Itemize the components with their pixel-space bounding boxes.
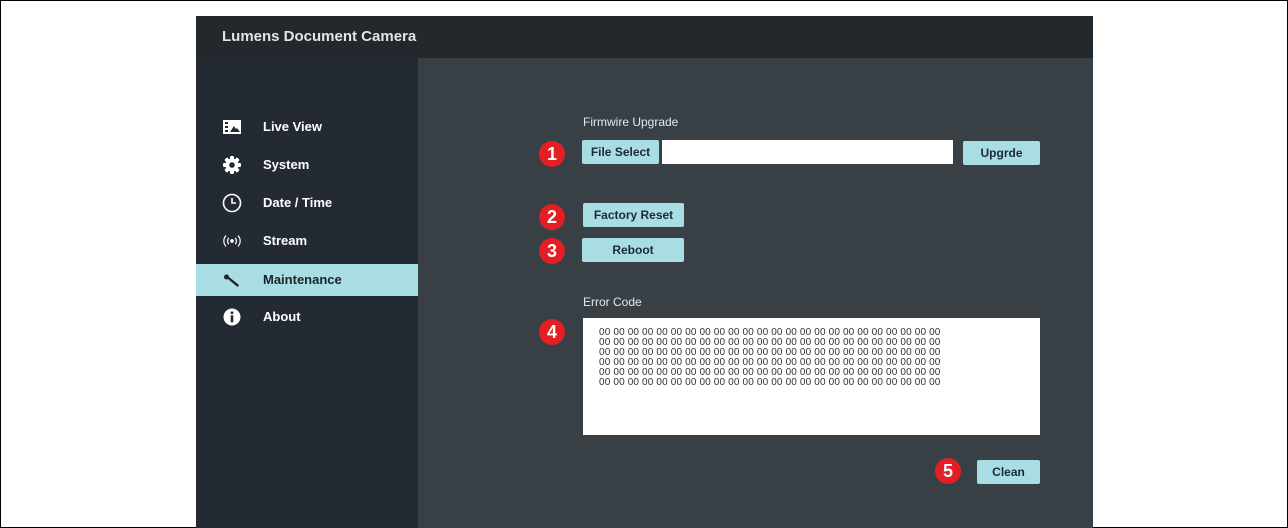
- file-select-button[interactable]: File Select: [582, 140, 659, 164]
- sidebar: Live View System Date / Time Stream Main…: [196, 58, 418, 528]
- sidebar-item-label: System: [263, 157, 310, 172]
- app-window: Lumens Document Camera Live View System …: [196, 16, 1093, 528]
- firmware-upgrade-label: Firmwire Upgrade: [583, 115, 679, 129]
- callout-marker-1: 1: [539, 141, 565, 167]
- callout-marker-5: 5: [935, 458, 961, 484]
- sidebar-item-stream[interactable]: Stream: [196, 225, 418, 257]
- gear-icon: [222, 155, 242, 175]
- wrench-icon: [222, 270, 242, 290]
- info-icon: [222, 307, 242, 327]
- broadcast-icon: [222, 231, 242, 251]
- sidebar-item-label: About: [263, 309, 301, 324]
- sidebar-item-label: Stream: [263, 233, 308, 248]
- title-bar: Lumens Document Camera: [196, 16, 1093, 58]
- file-path-field[interactable]: [662, 140, 953, 164]
- sidebar-item-date-time[interactable]: Date / Time: [196, 187, 418, 219]
- image-icon: [222, 117, 242, 137]
- sidebar-item-about[interactable]: About: [196, 301, 418, 333]
- error-code-label: Error Code: [583, 295, 642, 309]
- sidebar-item-maintenance[interactable]: Maintenance: [196, 264, 418, 296]
- sidebar-item-label: Maintenance: [263, 272, 342, 287]
- app-title: Lumens Document Camera: [222, 28, 417, 45]
- callout-marker-2: 2: [539, 204, 565, 230]
- callout-marker-3: 3: [539, 238, 565, 264]
- sidebar-item-label: Live View: [263, 119, 323, 134]
- clean-button[interactable]: Clean: [977, 460, 1040, 484]
- factory-reset-button[interactable]: Factory Reset: [583, 203, 684, 227]
- clock-icon: [222, 193, 242, 213]
- sidebar-item-label: Date / Time: [263, 195, 333, 210]
- reboot-button[interactable]: Reboot: [582, 238, 684, 262]
- callout-marker-4: 4: [539, 319, 565, 345]
- sidebar-item-live-view[interactable]: Live View: [196, 111, 418, 143]
- sidebar-item-system[interactable]: System: [196, 149, 418, 181]
- error-code-textarea[interactable]: 00 00 00 00 00 00 00 00 00 00 00 00 00 0…: [583, 318, 1040, 435]
- upgrade-button[interactable]: Upgrde: [963, 141, 1040, 165]
- error-code-line: 00 00 00 00 00 00 00 00 00 00 00 00 00 0…: [599, 377, 941, 388]
